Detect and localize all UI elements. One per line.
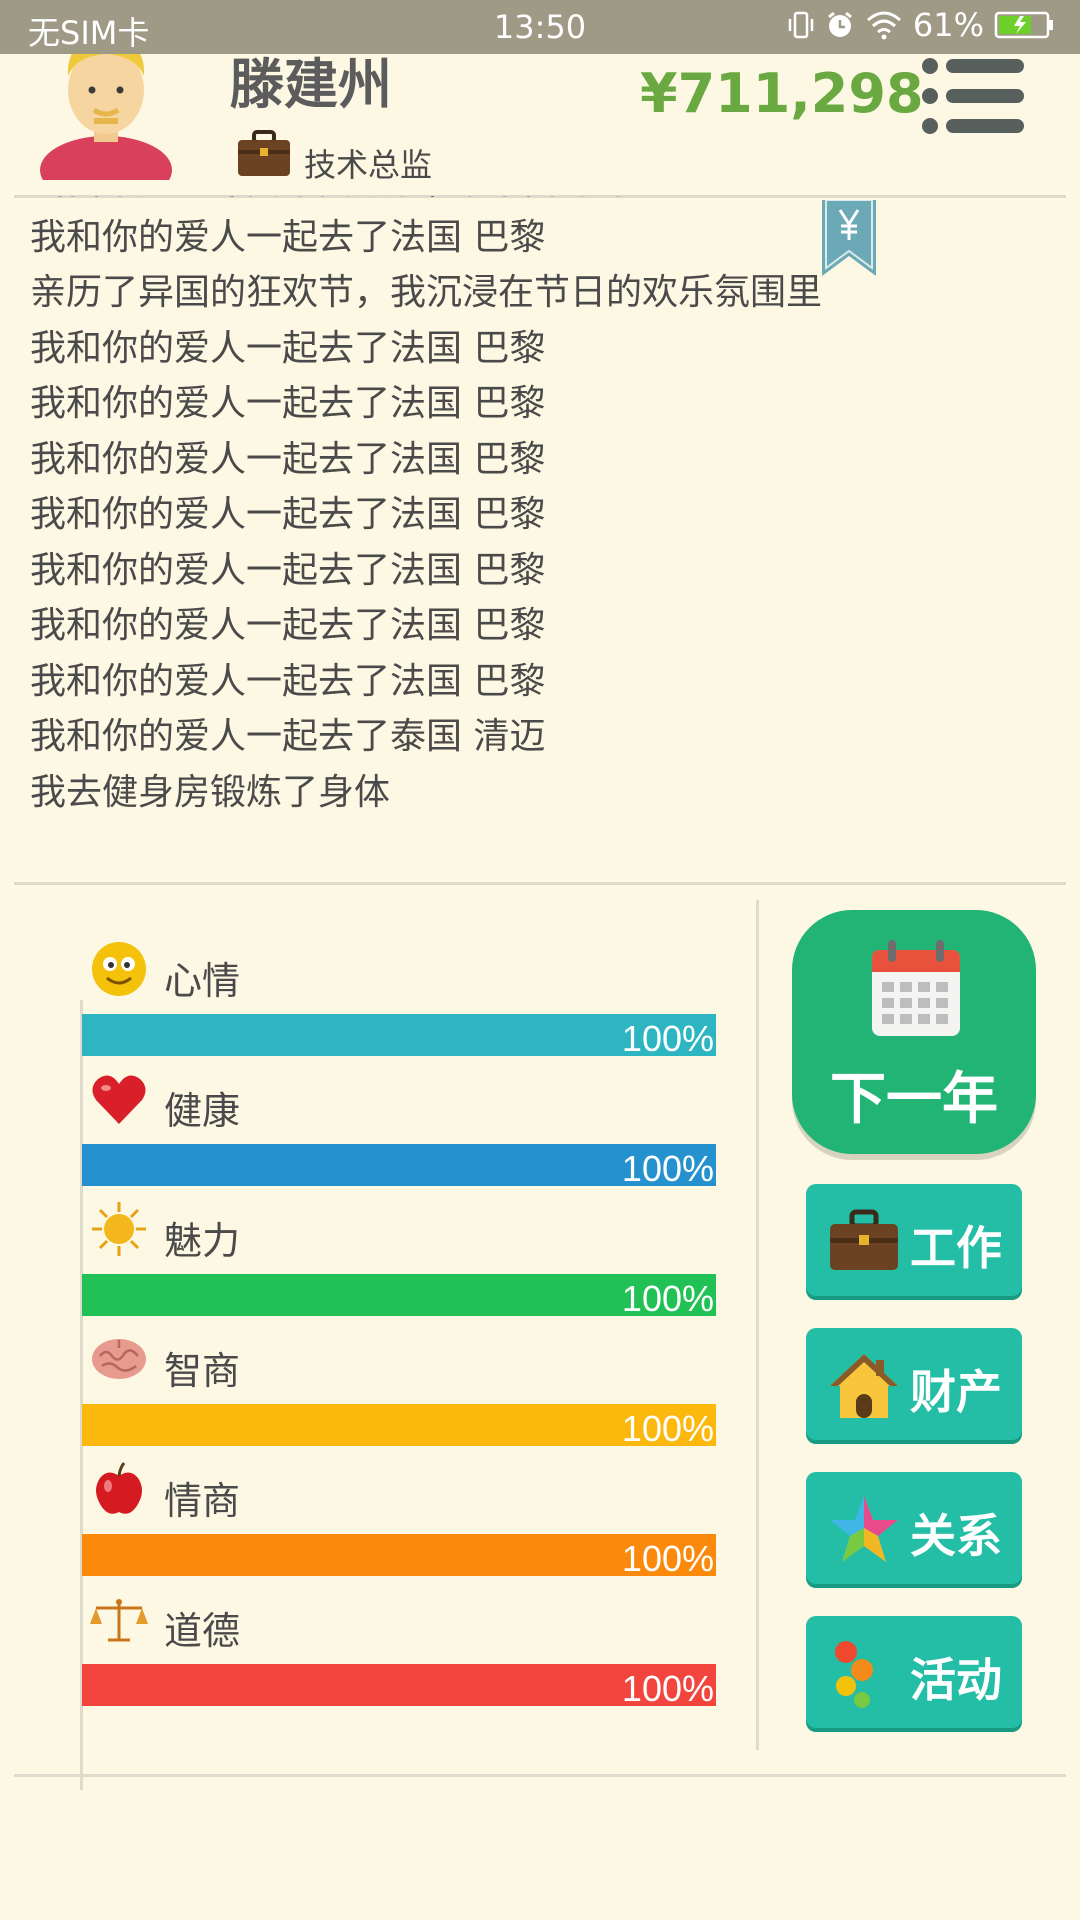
stat-bar: 100% <box>82 1014 716 1059</box>
log-line: 我和你的爱人一起去了法国 巴黎 <box>30 605 546 646</box>
briefcase-icon <box>830 1209 898 1270</box>
stat-eq: 情商 100% <box>80 1460 720 1580</box>
log-divider <box>14 882 1066 885</box>
brain-icon <box>92 1339 146 1379</box>
stat-label: 健康 <box>164 1089 241 1133</box>
stat-label: 情商 <box>164 1479 241 1523</box>
stat-value: 100% <box>621 1408 714 1449</box>
heart-icon <box>92 1075 146 1124</box>
bottom-divider <box>14 1774 1066 1777</box>
stat-value: 100% <box>621 1278 714 1319</box>
log-line: 我和你的爱人一起去了泰国 清迈 <box>30 716 546 757</box>
work-button[interactable]: 工作 <box>806 1184 1022 1296</box>
smiley-icon <box>92 942 146 996</box>
stat-bar-fill <box>82 1534 716 1576</box>
stat-value: 100% <box>621 1668 714 1709</box>
stats-panel: 心情 100% 健康 100% 魅力 100% 智商 100% 情商 100% … <box>80 940 720 1790</box>
vibrate-icon <box>788 11 814 39</box>
log-line: 我和你的爱人一起去了法国 巴黎 <box>30 549 546 591</box>
stat-bar: 100% <box>82 1274 716 1319</box>
relations-button[interactable]: 关系 <box>806 1472 1022 1584</box>
stat-bar: 100% <box>82 1534 716 1579</box>
money-balance: ¥711,298 <box>640 62 924 125</box>
stat-mood: 心情 100% <box>80 940 720 1060</box>
status-bar: 无SIM卡 13:50 61% <box>0 0 1080 54</box>
stat-label: 智商 <box>164 1349 241 1393</box>
apple-icon <box>96 1462 142 1514</box>
stat-bar: 100% <box>82 1664 716 1709</box>
log-line: 我和你的爱人一起去了法国 巴黎 <box>30 327 546 369</box>
battery-percent: 61% <box>912 6 984 44</box>
job-title: 技术总监 <box>304 146 433 184</box>
log-line: 我和你的爱人一起去了法国 巴黎 <box>30 438 546 480</box>
stat-bar: 100% <box>82 1404 716 1449</box>
activity-dots-icon <box>835 1641 873 1708</box>
calendar-icon <box>872 940 960 1036</box>
log-line: 我和你的爱人一起去了法国 巴黎 <box>30 660 546 702</box>
scales-icon <box>90 1599 148 1642</box>
log-line: 我和你的爱人一起去了法国 巴黎 <box>30 383 546 424</box>
stat-bar-fill <box>82 1014 716 1056</box>
menu-button[interactable] <box>920 56 1026 136</box>
assets-label: 财产 <box>910 1365 1002 1419</box>
stat-label: 心情 <box>164 959 241 1003</box>
stat-bar-fill <box>82 1404 716 1446</box>
status-icons: 61% <box>787 6 1056 44</box>
stat-value: 100% <box>621 1018 714 1059</box>
next-year-label: 下一年 <box>830 1067 998 1132</box>
sun-icon <box>92 1202 146 1256</box>
stat-bar-fill <box>82 1144 716 1186</box>
stat-value: 100% <box>621 1148 714 1189</box>
next-year-button[interactable]: 下一年 <box>792 910 1036 1154</box>
event-log[interactable]: 当我不是犹豫要不要放手，被我牵手了 我和你的爱人一起去了法国 巴黎 亲历了异国的… <box>30 196 1030 876</box>
event-log-list: 当我不是犹豫要不要放手，被我牵手了 我和你的爱人一起去了法国 巴黎 亲历了异国的… <box>30 196 822 820</box>
log-line: 我和你的爱人一起去了法国 巴黎 <box>30 494 546 535</box>
stat-iq: 智商 100% <box>80 1330 720 1450</box>
log-line: 亲历了异国的狂欢节，我沉浸在节日的欢乐氛围里 <box>30 272 823 313</box>
log-line-partial: 当我不是犹豫要不要放手，被我牵手了 <box>30 196 822 210</box>
stat-label: 道德 <box>164 1609 241 1653</box>
alarm-icon <box>827 11 852 37</box>
briefcase-icon <box>238 130 290 176</box>
house-icon <box>830 1354 898 1418</box>
log-line: 我和你的爱人一起去了法国 巴黎 <box>30 216 546 258</box>
stat-charm: 魅力 100% <box>80 1200 720 1320</box>
assets-button[interactable]: 财产 <box>806 1328 1022 1440</box>
yuan-bookmark-icon[interactable] <box>822 200 876 276</box>
stat-morality: 道德 100% <box>80 1590 720 1710</box>
stat-health: 健康 100% <box>80 1070 720 1190</box>
stat-bar: 100% <box>82 1144 716 1189</box>
stat-bar-fill <box>82 1664 716 1706</box>
stat-value: 100% <box>621 1538 714 1579</box>
stat-bar-fill <box>82 1274 716 1316</box>
activities-label: 活动 <box>910 1653 1002 1707</box>
stat-label: 魅力 <box>164 1219 241 1263</box>
star-icon <box>830 1496 898 1562</box>
relations-label: 关系 <box>910 1509 1002 1563</box>
panel-divider <box>756 900 759 1750</box>
log-line: 我去健身房锻炼了身体 <box>30 771 391 813</box>
work-label: 工作 <box>910 1221 1002 1275</box>
activities-button[interactable]: 活动 <box>806 1616 1022 1728</box>
wifi-icon <box>866 11 901 40</box>
battery-icon <box>994 11 1053 39</box>
